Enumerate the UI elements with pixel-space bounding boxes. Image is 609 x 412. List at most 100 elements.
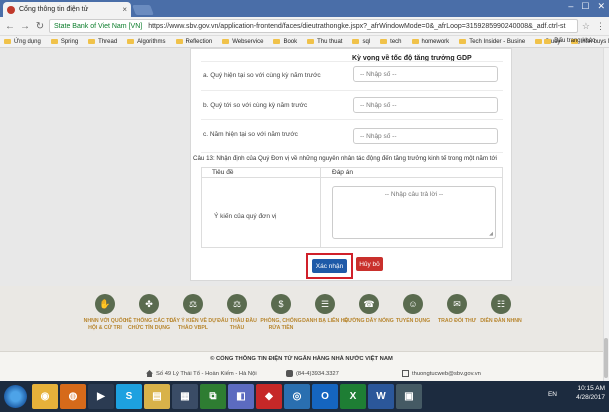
confirm-button[interactable]: Xác nhận (312, 259, 347, 273)
skype-taskbar-icon[interactable]: S (116, 384, 142, 409)
bookmark-item[interactable]: Tech Insider - Busine (459, 39, 525, 45)
bookmark-label: homework (421, 38, 450, 45)
bookmark-item[interactable]: Ứng dụng (4, 39, 41, 45)
bookmark-label: Ứng dụng (14, 38, 41, 45)
close-window-icon[interactable]: ✕ (597, 1, 605, 12)
cancel-button[interactable]: Hủy bỏ (356, 257, 383, 271)
folder-icon (307, 39, 315, 44)
reload-icon[interactable]: ↻ (34, 21, 46, 32)
explorer-taskbar-icon[interactable]: ▤ (144, 384, 170, 409)
app6-taskbar-icon[interactable]: ▣ (396, 384, 422, 409)
back-icon[interactable]: ← (4, 21, 16, 32)
footer-link[interactable]: ⚖ LẤY Ý KIẾN VỀ DỰ THẢO VBPL (168, 294, 218, 331)
footer-link-label: TUYỂN DỤNG (395, 318, 431, 324)
network-icon: ✤ (139, 294, 159, 314)
bookmark-label: tech (390, 38, 402, 45)
app-taskbar-icon[interactable]: ▦ (172, 384, 198, 409)
textarea-placeholder: -- Nhập câu trả lời -- (384, 191, 444, 198)
bookmark-item[interactable]: Algorithms (127, 39, 166, 45)
footer-link[interactable]: ✋ NHNN VỚI QUỐC HỘI & CỬ TRI (80, 294, 130, 331)
bookmark-label: sql (362, 38, 371, 45)
gdp-input-c[interactable]: -- Nhập số -- (353, 128, 498, 144)
opinion-label: Ý kiến của quý đơn vị (214, 213, 277, 220)
other-bookmarks-label: Dấu trang khác (554, 38, 595, 44)
forum-icon: ☷ (491, 294, 511, 314)
maximize-icon[interactable]: ☐ (581, 1, 589, 12)
tab-close-icon[interactable]: × (122, 5, 127, 14)
minimize-icon[interactable]: – (568, 1, 573, 12)
footer-link[interactable]: ✉ TRAO ĐỔI THƯ (432, 294, 482, 325)
bookmark-item[interactable]: Thread (88, 39, 117, 45)
resize-grip-icon[interactable]: ◢ (489, 231, 493, 237)
opinion-textarea[interactable]: -- Nhập câu trả lời -- ◢ (332, 186, 496, 239)
mail-icon: ✉ (447, 294, 467, 314)
bookmark-item[interactable]: Spring (50, 39, 78, 45)
footer-link[interactable]: ☎ ĐƯỜNG DÂY NÓNG (344, 294, 394, 325)
windows-taskbar: ◉ ◍ ▶ S ▤ ▦ ⧉ ◧ ◆ ◎ O X W ▣ EN 10:15 AM … (0, 381, 609, 412)
bookmark-item[interactable]: Reflection (175, 39, 212, 45)
bookmark-item[interactable]: sql (352, 39, 370, 45)
clock-date: 4/28/2017 (576, 394, 605, 401)
folder-icon (352, 39, 360, 44)
folder-icon (175, 39, 183, 44)
address-bar[interactable]: State Bank of Viet Nam [VN] https://www.… (49, 19, 578, 33)
email-icon (402, 370, 409, 377)
bookmark-item[interactable]: homework (411, 38, 450, 45)
bookmark-item[interactable]: tech (380, 38, 402, 45)
page-viewport: Kỳ vọng về tốc độ tăng trưởng GDP a. Quý… (0, 48, 603, 381)
bookmark-item[interactable]: Book (273, 39, 297, 45)
address-info: Số 49 Lý Thái Tổ - Hoàn Kiếm - Hà Nội (146, 370, 257, 377)
scrollbar-thumb[interactable] (604, 338, 608, 378)
firefox-taskbar-icon[interactable]: ◍ (60, 384, 86, 409)
bookmarks-bar: Ứng dụng Spring Thread Algorithms Reflection… (0, 36, 609, 48)
bookmark-label: Webservice (232, 38, 264, 45)
app3-taskbar-icon[interactable]: ◧ (228, 384, 254, 409)
app4-taskbar-icon[interactable]: ◆ (256, 384, 282, 409)
clock[interactable]: 10:15 AM 4/28/2017 (576, 384, 605, 402)
forward-icon[interactable]: → (19, 21, 31, 32)
footer-link[interactable]: ☰ DANH BẠ LIÊN HỆ (300, 294, 350, 325)
bookmark-label: Tech Insider - Busine (469, 38, 526, 45)
language-indicator[interactable]: EN (548, 391, 557, 398)
app5-taskbar-icon[interactable]: ◎ (284, 384, 310, 409)
media-taskbar-icon[interactable]: ▶ (88, 384, 114, 409)
clock-time: 10:15 AM (577, 385, 605, 392)
outlook-taskbar-icon[interactable]: O (312, 384, 338, 409)
folder-icon (127, 39, 135, 44)
footer-link[interactable]: ☷ DIỄN ĐÀN NHNN (476, 294, 526, 325)
browser-tab[interactable]: Cổng thông tin điện tử × (3, 2, 131, 17)
copyright-text: © CỔNG THÔNG TIN ĐIỆN TỬ NGÂN HÀNG NHÀ N… (210, 356, 393, 362)
gdp-input-b[interactable]: -- Nhập số -- (353, 97, 498, 113)
row-label: c. Năm hiện tại so với năm trước (203, 131, 298, 138)
folder-icon (88, 39, 96, 44)
bookmark-star-icon[interactable]: ☆ (582, 21, 590, 32)
footer-link[interactable]: $ PHÒNG, CHỐNG RỬA TIỀN (256, 294, 306, 331)
app2-taskbar-icon[interactable]: ⧉ (200, 384, 226, 409)
new-tab-button[interactable] (132, 5, 154, 15)
folder-icon (50, 39, 58, 44)
survey-row-a: a. Quý hiện tại so với cùng kỳ năm trước… (201, 61, 503, 90)
phonebook-icon: ☰ (315, 294, 335, 314)
footer-link[interactable]: ☺ TUYỂN DỤNG (388, 294, 438, 325)
header-title: Tiêu đề (212, 169, 234, 176)
address-text: Số 49 Lý Thái Tổ - Hoàn Kiếm - Hà Nội (156, 370, 257, 377)
email-text[interactable]: thuongtucweb@sbv.gov.vn (412, 371, 481, 377)
start-button[interactable] (4, 385, 27, 408)
chrome-taskbar-icon[interactable]: ◉ (32, 384, 58, 409)
gdp-input-a[interactable]: -- Nhập số -- (353, 66, 498, 82)
other-bookmarks[interactable]: Dấu trang khác (544, 38, 595, 44)
page-scrollbar[interactable] (603, 48, 609, 381)
bookmark-item[interactable]: Thu thuat (307, 39, 342, 45)
bookmark-item[interactable]: Webservice (222, 39, 263, 45)
word-taskbar-icon[interactable]: W (368, 384, 394, 409)
phone-info: (84-4)3934.3327 (286, 370, 339, 377)
browser-menu-icon[interactable]: ⋮ (596, 21, 605, 32)
scales-icon: ⚖ (227, 294, 247, 314)
column-divider (320, 168, 321, 247)
footer-link-label: DANH BẠ LIÊN HỆ (302, 318, 348, 324)
secure-site-label: State Bank of Viet Nam [VN] (54, 22, 143, 30)
excel-taskbar-icon[interactable]: X (340, 384, 366, 409)
footer-link[interactable]: ✤ HỆ THỐNG CÁC TỔ CHỨC TÍN DỤNG (124, 294, 174, 331)
system-tray[interactable]: EN (548, 391, 557, 398)
footer-link[interactable]: ⚖ ĐẤU THẦU ĐẦU THẦU (212, 294, 262, 331)
